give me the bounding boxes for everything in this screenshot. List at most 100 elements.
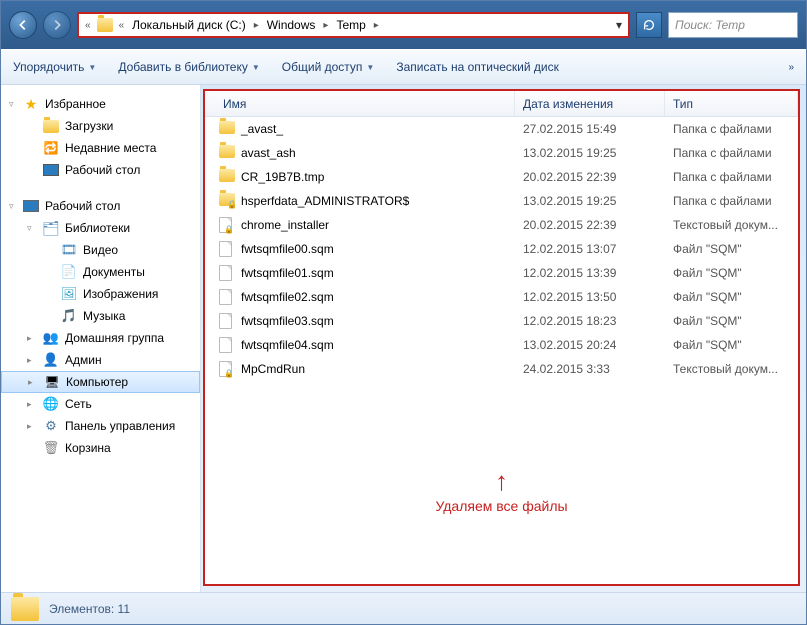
navigation-header: « « Локальный диск (C:) ▸ Windows ▸ Temp…: [1, 1, 806, 49]
sidebar-desktop[interactable]: ▿Рабочий стол: [1, 195, 200, 217]
command-toolbar: Упорядочить▼ Добавить в библиотеку▼ Общи…: [1, 49, 806, 85]
file-type-cell: Текстовый докум...: [665, 218, 798, 232]
organize-button[interactable]: Упорядочить▼: [13, 60, 96, 74]
file-name: chrome_installer: [241, 218, 329, 232]
sidebar-pictures[interactable]: 🖼Изображения: [1, 283, 200, 305]
expand-icon[interactable]: ▸: [27, 399, 37, 410]
sidebar-downloads[interactable]: Загрузки: [1, 115, 200, 137]
homegroup-icon: 👥: [43, 330, 59, 346]
file-row[interactable]: fwtsqmfile03.sqm12.02.2015 18:23Файл "SQ…: [205, 309, 798, 333]
collapse-icon[interactable]: ▿: [27, 223, 37, 234]
folder-locked-icon: [219, 193, 235, 206]
burn-button[interactable]: Записать на оптический диск: [396, 60, 559, 74]
file-date-cell: 24.02.2015 3:33: [515, 362, 665, 376]
file-type-cell: Файл "SQM": [665, 242, 798, 256]
file-row[interactable]: _avast_27.02.2015 15:49Папка с файлами: [205, 117, 798, 141]
file-row[interactable]: chrome_installer 20.02.2015 22:39Текстовы…: [205, 213, 798, 237]
file-type-cell: Файл "SQM": [665, 338, 798, 352]
breadcrumb-bar[interactable]: « « Локальный диск (C:) ▸ Windows ▸ Temp…: [77, 12, 630, 38]
sidebar-desktop-fav[interactable]: Рабочий стол: [1, 159, 200, 181]
share-button[interactable]: Общий доступ▼: [282, 60, 375, 74]
history-chevron-icon[interactable]: «: [85, 20, 91, 31]
breadcrumb-windows[interactable]: Windows: [265, 18, 318, 32]
arrow-left-icon: [16, 18, 30, 32]
status-bar: Элементов: 11: [1, 592, 806, 624]
file-row[interactable]: fwtsqmfile00.sqm 12.02.2015 13:07Файл "SQ…: [205, 237, 798, 261]
column-date[interactable]: Дата изменения: [515, 91, 665, 116]
breadcrumb-drive[interactable]: Локальный диск (C:): [130, 18, 248, 32]
file-name: fwtsqmfile00.sqm: [241, 242, 334, 256]
file-name: hsperfdata_ADMINISTRATOR$: [241, 194, 409, 208]
file-row[interactable]: MpCmdRun24.02.2015 3:33Текстовый докум..…: [205, 357, 798, 381]
folder-icon: [219, 169, 235, 182]
file-type-cell: Текстовый докум...: [665, 362, 798, 376]
file-type-cell: Папка с файлами: [665, 170, 798, 184]
chevron-down-icon: ▼: [88, 63, 96, 72]
file-row[interactable]: hsperfdata_ADMINISTRATOR$ 13.02.2015 19:2…: [205, 189, 798, 213]
sidebar-network[interactable]: ▸🌐Сеть: [1, 393, 200, 415]
chevron-right-icon: ▸: [254, 20, 259, 31]
file-row[interactable]: fwtsqmfile02.sqm12.02.2015 13:50Файл "SQ…: [205, 285, 798, 309]
sidebar-documents[interactable]: 📄Документы: [1, 261, 200, 283]
file-date-cell: 12.02.2015 13:50: [515, 290, 665, 304]
column-type[interactable]: Тип: [665, 91, 798, 116]
sidebar-libraries[interactable]: ▿🗂Библиотеки: [1, 217, 200, 239]
back-button[interactable]: [9, 11, 37, 39]
file-date-cell: 12.02.2015 18:23: [515, 314, 665, 328]
file-date-cell: 12.02.2015 13:39: [515, 266, 665, 280]
collapse-icon[interactable]: ▿: [9, 201, 19, 212]
file-date-cell: 20.02.2015 22:39: [515, 170, 665, 184]
file-row[interactable]: fwtsqmfile01.sqm 12.02.2015 13:39Файл "SQ…: [205, 261, 798, 285]
file-date-cell: 12.02.2015 13:07: [515, 242, 665, 256]
expand-icon[interactable]: ▸: [27, 421, 37, 432]
sidebar-recent[interactable]: 🔁Недавние места: [1, 137, 200, 159]
file-name-cell: MpCmdRun: [205, 361, 515, 377]
file-row[interactable]: CR_19B7B.tmp20.02.2015 22:39Папка с файл…: [205, 165, 798, 189]
sidebar-homegroup[interactable]: ▸👥Домашняя группа: [1, 327, 200, 349]
file-row[interactable]: avast_ash13.02.2015 19:25Папка с файлами: [205, 141, 798, 165]
expand-icon[interactable]: ▸: [28, 377, 38, 388]
forward-button[interactable]: [43, 11, 71, 39]
sidebar-favorites[interactable]: ▿★Избранное: [1, 93, 200, 115]
file-name: fwtsqmfile02.sqm: [241, 290, 334, 304]
file-name-cell: _avast_: [205, 121, 515, 137]
folder-icon: [97, 18, 113, 32]
refresh-button[interactable]: [636, 12, 662, 38]
expand-icon[interactable]: ▸: [27, 355, 37, 366]
file-icon: [219, 337, 232, 353]
sidebar-control-panel[interactable]: ▸⚙Панель управления: [1, 415, 200, 437]
file-name-cell: fwtsqmfile04.sqm: [205, 337, 515, 353]
sidebar-video[interactable]: 🎞Видео: [1, 239, 200, 261]
add-to-library-button[interactable]: Добавить в библиотеку▼: [118, 60, 259, 74]
column-name[interactable]: Имя: [205, 91, 515, 116]
computer-icon: 🖥: [44, 374, 60, 390]
breadcrumb-dropdown-icon[interactable]: ▾: [616, 18, 622, 32]
file-type-cell: Файл "SQM": [665, 266, 798, 280]
expand-icon[interactable]: ▸: [27, 333, 37, 344]
file-name-cell: chrome_installer: [205, 217, 515, 233]
toolbar-overflow-icon[interactable]: »: [788, 62, 794, 73]
sidebar-music[interactable]: 🎵Музыка: [1, 305, 200, 327]
video-icon: 🎞: [61, 242, 77, 258]
file-date-cell: 13.02.2015 19:25: [515, 194, 665, 208]
music-icon: 🎵: [61, 308, 77, 324]
file-icon: [219, 289, 232, 305]
sidebar-recycle-bin[interactable]: 🗑Корзина: [1, 437, 200, 459]
chevron-down-icon: ▼: [366, 63, 374, 72]
chevron-right-icon: ▸: [374, 20, 379, 31]
file-date-cell: 20.02.2015 22:39: [515, 218, 665, 232]
recent-icon: 🔁: [43, 140, 59, 156]
sidebar-computer[interactable]: ▸🖥Компьютер: [1, 371, 200, 393]
file-name: fwtsqmfile01.sqm: [241, 266, 334, 280]
collapse-icon[interactable]: ▿: [9, 99, 19, 110]
recycle-bin-icon: 🗑: [43, 440, 59, 456]
breadcrumb-temp[interactable]: Temp: [334, 18, 367, 32]
file-row[interactable]: fwtsqmfile04.sqm13.02.2015 20:24Файл "SQ…: [205, 333, 798, 357]
sidebar-admin[interactable]: ▸👤Админ: [1, 349, 200, 371]
file-name-cell: avast_ash: [205, 145, 515, 161]
search-input[interactable]: Поиск: Temp: [668, 12, 798, 38]
file-name-cell: hsperfdata_ADMINISTRATOR$: [205, 193, 515, 209]
folder-icon: [219, 121, 235, 134]
user-icon: 👤: [43, 352, 59, 368]
file-date-cell: 27.02.2015 15:49: [515, 122, 665, 136]
